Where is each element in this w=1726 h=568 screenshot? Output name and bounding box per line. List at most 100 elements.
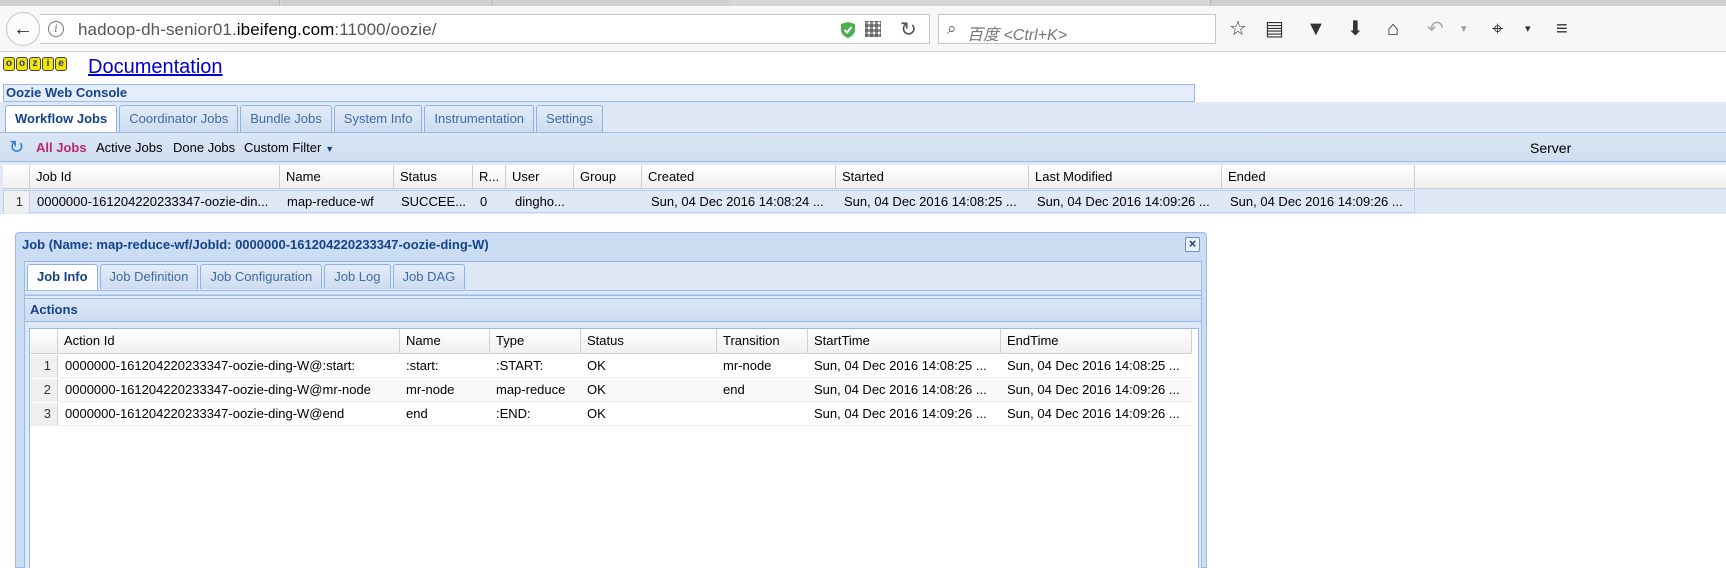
action-transition-cell[interactable]	[717, 403, 808, 425]
back-arrow-icon: ←	[13, 17, 33, 40]
tab-system-info[interactable]: System Info	[333, 105, 423, 132]
all-jobs-button[interactable]: All Jobs	[36, 140, 87, 155]
job-name-cell[interactable]: map-reduce-wf	[281, 191, 395, 213]
search-bar[interactable]: ⌕ 百度 <Ctrl+K>	[938, 14, 1216, 44]
action-end-cell[interactable]: Sun, 04 Dec 2016 14:09:26 ...	[1001, 403, 1192, 425]
job-ended-cell[interactable]: Sun, 04 Dec 2016 14:09:26 ...	[1223, 191, 1416, 213]
table-row[interactable]: 1 0000000-161204220233347-oozie-din... m…	[3, 190, 1415, 213]
refresh-icon[interactable]: ↻	[9, 138, 24, 156]
table-row[interactable]: 1 0000000-161204220233347-oozie-ding-W@:…	[30, 355, 1192, 378]
action-type-cell[interactable]: :END:	[490, 403, 581, 425]
main-tabs: Workflow Jobs Coordinator Jobs Bundle Jo…	[5, 105, 604, 134]
done-jobs-button[interactable]: Done Jobs	[173, 140, 235, 155]
column-header[interactable]: Last Modified	[1029, 165, 1222, 189]
bookmark-star-icon[interactable]: ☆	[1229, 18, 1247, 40]
tab-job-info[interactable]: Job Info	[27, 264, 98, 291]
action-status-cell[interactable]: OK	[581, 403, 717, 425]
action-type-cell[interactable]: map-reduce	[490, 379, 581, 401]
active-jobs-button[interactable]: Active Jobs	[96, 140, 162, 155]
job-user-cell[interactable]: dingho...	[507, 191, 575, 213]
table-row[interactable]: 2 0000000-161204220233347-oozie-ding-W@m…	[30, 379, 1192, 402]
menu-icon[interactable]: ≡	[1556, 18, 1568, 40]
column-header[interactable]: Ended	[1222, 165, 1415, 189]
chevron-down-icon[interactable]: ▾	[1461, 18, 1467, 40]
action-end-cell[interactable]: Sun, 04 Dec 2016 14:08:25 ...	[1001, 355, 1192, 377]
search-input[interactable]: 百度 <Ctrl+K>	[967, 21, 1067, 45]
console-title: Oozie Web Console	[3, 84, 1195, 102]
chevron-down-icon[interactable]: ▾	[1525, 18, 1531, 40]
action-end-cell[interactable]: Sun, 04 Dec 2016 14:09:26 ...	[1001, 379, 1192, 401]
tab-job-configuration[interactable]: Job Configuration	[200, 264, 323, 289]
action-start-cell[interactable]: Sun, 04 Dec 2016 14:08:26 ...	[808, 379, 1001, 401]
column-header[interactable]: Group	[574, 165, 642, 189]
action-status-cell[interactable]: OK	[581, 379, 717, 401]
job-last-modified-cell[interactable]: Sun, 04 Dec 2016 14:09:26 ...	[1030, 191, 1223, 213]
action-transition-cell[interactable]: end	[717, 379, 808, 401]
job-started-cell[interactable]: Sun, 04 Dec 2016 14:08:25 ...	[837, 191, 1030, 213]
reading-list-icon[interactable]: ▤	[1265, 18, 1284, 40]
column-header[interactable]: Status	[581, 329, 717, 354]
qr-code-icon[interactable]	[865, 21, 881, 37]
column-header[interactable]: Created	[642, 165, 836, 189]
row-number: 2	[30, 379, 58, 401]
column-header[interactable]: EndTime	[1001, 329, 1192, 354]
column-header[interactable]: Status	[394, 165, 473, 189]
tab-job-dag[interactable]: Job DAG	[392, 264, 466, 289]
back-button[interactable]: ←	[6, 12, 40, 46]
column-header[interactable]: Type	[490, 329, 581, 354]
reload-icon[interactable]: ↻	[900, 17, 917, 42]
tab-job-definition[interactable]: Job Definition	[99, 264, 199, 289]
action-start-cell[interactable]: Sun, 04 Dec 2016 14:09:26 ...	[808, 403, 1001, 425]
action-transition-cell[interactable]: mr-node	[717, 355, 808, 377]
column-header[interactable]: Started	[836, 165, 1029, 189]
home-icon[interactable]: ⌂	[1387, 18, 1399, 40]
tab-workflow-jobs[interactable]: Workflow Jobs	[5, 105, 118, 134]
undo-icon[interactable]: ↶	[1427, 18, 1444, 40]
site-info-icon[interactable]: i	[48, 21, 64, 37]
job-run-cell[interactable]: 0	[474, 191, 507, 213]
action-name-cell[interactable]: mr-node	[400, 379, 490, 401]
browser-navbar: ← i hadoop-dh-senior01.ibeifeng.com:1100…	[0, 6, 1726, 52]
action-type-cell[interactable]: :START:	[490, 355, 581, 377]
server-label: Server	[1530, 140, 1572, 156]
url-bar[interactable]: i hadoop-dh-senior01.ibeifeng.com:11000/…	[40, 14, 930, 44]
column-header[interactable]: Name	[400, 329, 490, 354]
column-header[interactable]: R...	[473, 165, 506, 189]
close-icon[interactable]: ×	[1185, 237, 1200, 252]
download-icon[interactable]: ⬇	[1347, 18, 1364, 40]
table-row[interactable]: 3 0000000-161204220233347-oozie-ding-W@e…	[30, 403, 1192, 426]
action-start-cell[interactable]: Sun, 04 Dec 2016 14:08:25 ...	[808, 355, 1001, 377]
tab-bundle-jobs[interactable]: Bundle Jobs	[240, 105, 332, 132]
action-name-cell[interactable]: :start:	[400, 355, 490, 377]
row-number: 3	[30, 403, 58, 425]
column-header[interactable]: Transition	[717, 329, 808, 354]
tab-divider	[25, 290, 1201, 291]
tab-settings[interactable]: Settings	[536, 105, 604, 132]
tab-job-log[interactable]: Job Log	[324, 264, 391, 289]
tab-coordinator-jobs[interactable]: Coordinator Jobs	[119, 105, 239, 132]
job-created-cell[interactable]: Sun, 04 Dec 2016 14:08:24 ...	[643, 191, 837, 213]
column-header[interactable]: Job Id	[30, 165, 280, 189]
column-header[interactable]: User	[506, 165, 574, 189]
search-icon: ⌕	[947, 19, 957, 38]
actions-panel-title: Actions	[25, 298, 1201, 322]
job-status-cell[interactable]: SUCCEE...	[395, 191, 474, 213]
action-name-cell[interactable]: end	[400, 403, 490, 425]
action-id-cell[interactable]: 0000000-161204220233347-oozie-ding-W@end	[58, 403, 400, 425]
job-group-cell[interactable]	[575, 191, 643, 213]
tab-instrumentation[interactable]: Instrumentation	[424, 105, 535, 132]
column-header[interactable]: StartTime	[808, 329, 1001, 354]
action-id-cell[interactable]: 0000000-161204220233347-oozie-ding-W@mr-…	[58, 379, 400, 401]
url-text[interactable]: hadoop-dh-senior01.ibeifeng.com:11000/oo…	[78, 20, 437, 40]
action-id-cell[interactable]: 0000000-161204220233347-oozie-ding-W@:st…	[58, 355, 400, 377]
column-header[interactable]: Name	[280, 165, 394, 189]
job-id-cell[interactable]: 0000000-161204220233347-oozie-din...	[31, 191, 281, 213]
column-header[interactable]: Action Id	[58, 329, 400, 354]
action-status-cell[interactable]: OK	[581, 355, 717, 377]
documentation-link[interactable]: Documentation	[88, 56, 223, 79]
crop-icon[interactable]: ⌖	[1492, 18, 1503, 40]
shield-icon[interactable]	[840, 21, 856, 39]
custom-filter-dropdown[interactable]: Custom Filter ▼	[244, 140, 334, 155]
pocket-icon[interactable]: ▼	[1306, 18, 1326, 40]
oozie-logo: o o z i e	[3, 57, 81, 71]
